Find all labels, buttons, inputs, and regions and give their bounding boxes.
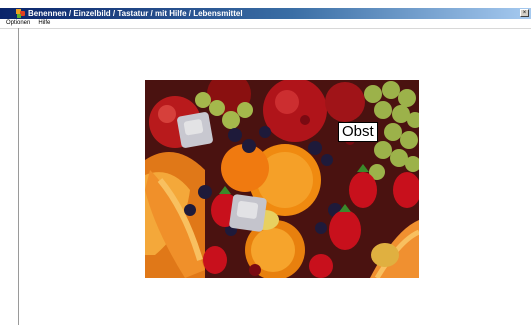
window-controls: × — [520, 9, 529, 17]
app-window: Benennen / Einzelbild / Tastatur / mit H… — [0, 0, 531, 325]
title-bar[interactable]: Benennen / Einzelbild / Tastatur / mit H… — [0, 8, 531, 19]
menu-optionen[interactable]: Optionen — [4, 19, 32, 28]
fruit-photo: Obst — [145, 80, 419, 278]
fruit-photo-graphic — [145, 80, 419, 278]
fruit-app-icon[interactable] — [16, 9, 25, 18]
close-window-button[interactable]: × — [520, 9, 529, 17]
menu-hilfe[interactable]: Hilfe — [36, 19, 52, 28]
menu-bar: Optionen Hilfe — [0, 19, 531, 29]
word-label: Obst — [338, 122, 378, 142]
content-left-border — [18, 28, 19, 325]
window-title: Benennen / Einzelbild / Tastatur / mit H… — [28, 9, 243, 18]
